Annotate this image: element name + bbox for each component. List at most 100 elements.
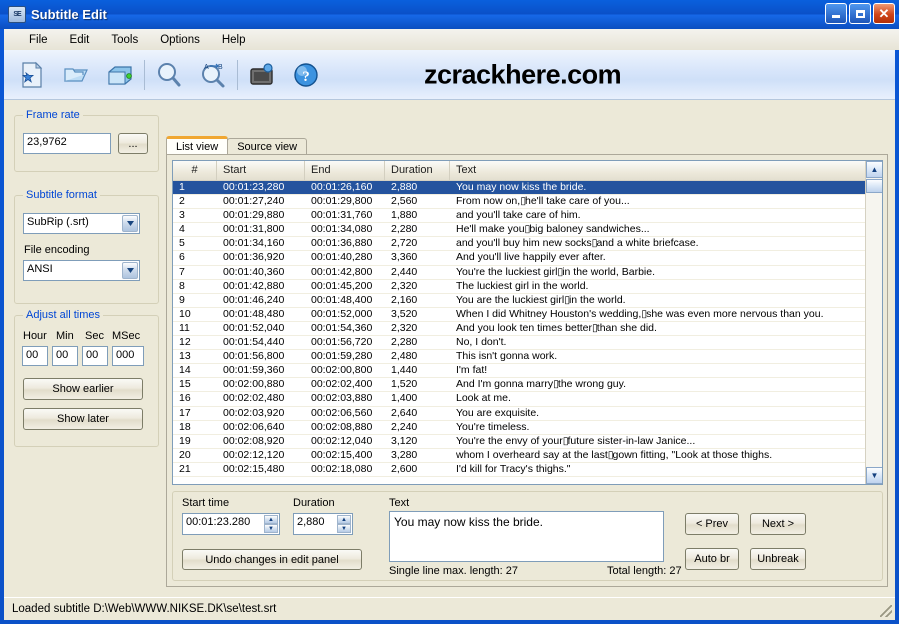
prev-button[interactable]: < Prev [685,513,739,535]
sec-input[interactable]: 00 [82,346,108,366]
cell-duration: 2,600 [391,462,418,475]
svg-text:?: ? [302,69,310,85]
table-row[interactable]: 3 00:01:29,880 00:01:31,760 1,880 and you'll… [173,209,882,224]
close-button[interactable]: ✕ [873,3,895,24]
replace-button[interactable]: A B [191,53,235,97]
menu-item-tools[interactable]: Tools [100,32,149,48]
table-row[interactable]: 14 00:01:59,360 00:02:00,800 1,440 I'm fat! [173,364,882,379]
chevron-down-icon[interactable] [122,262,138,279]
listview-scrollbar[interactable]: ▲ ▼ [865,161,882,484]
table-row[interactable]: 17 00:02:03,920 00:02:06,560 2,640 You are e… [173,407,882,421]
duration-input[interactable]: 2,880 ▲ ▼ [293,513,353,535]
toolbar: A B ? zcrackhere.com [4,50,895,100]
column-header-end[interactable]: End [305,161,385,180]
auto-br-button[interactable]: Auto br [685,548,739,570]
tab-source-view[interactable]: Source view [227,138,308,155]
scrollbar-thumb[interactable] [866,179,882,193]
open-file-button[interactable] [54,53,98,97]
min-input[interactable]: 00 [52,346,78,366]
duration-spinner[interactable]: ▲ ▼ [337,515,351,533]
cell-duration: 1,400 [391,392,418,405]
cell-duration: 2,240 [391,420,418,433]
menu-item-options[interactable]: Options [149,32,211,48]
menu-item-edit[interactable]: Edit [59,32,101,48]
table-row[interactable]: 21 00:02:15,480 00:02:18,080 2,600 I'd kill … [173,463,882,477]
line-break-marker-icon: ▯ [557,265,563,278]
subtitle-format-group: Subtitle format SubRip (.srt) File encod… [14,189,159,304]
table-row[interactable]: 11 00:01:52,040 00:01:54,360 2,320 And you l… [173,322,882,337]
column-header-start[interactable]: Start [217,161,305,180]
help-button[interactable]: ? [284,53,328,97]
menu-item-file[interactable]: File [18,32,59,48]
cell-text: You are the luckiest girl▯in the world. [456,293,626,306]
next-button[interactable]: Next > [750,513,806,535]
frame-rate-browse-button[interactable]: ... [118,133,148,154]
column-header-text[interactable]: Text [450,161,882,180]
column-header-number[interactable]: # [173,161,217,180]
cell-number: 16 [179,392,191,405]
menu-bar: File Edit Tools Options Help [4,29,899,50]
show-earlier-button[interactable]: Show earlier [23,378,143,400]
chevron-down-icon[interactable] [122,215,138,232]
cell-end: 00:01:31,760 [311,209,373,222]
new-file-button[interactable] [10,53,54,97]
file-encoding-select[interactable]: ANSI [23,260,140,281]
save-disk-icon [108,66,132,85]
start-time-spinner[interactable]: ▲ ▼ [264,515,278,533]
table-row[interactable]: 13 00:01:56,800 00:01:59,280 2,480 This isn'… [173,350,882,365]
table-row[interactable]: 10 00:01:48,480 00:01:52,000 3,520 When I di… [173,308,882,322]
scroll-down-button[interactable]: ▼ [866,467,882,484]
save-file-button[interactable] [98,53,142,97]
table-row[interactable]: 5 00:01:34,160 00:01:36,880 2,720 and you'll… [173,237,882,252]
window-title: Subtitle Edit [31,7,107,22]
table-row[interactable]: 19 00:02:08,920 00:02:12,040 3,120 You're th… [173,435,882,449]
subtitle-text-editor[interactable]: You may now kiss the bride. [389,511,664,562]
table-row[interactable]: 12 00:01:54,440 00:01:56,720 2,280 No, I don… [173,336,882,351]
cell-start: 00:02:02,480 [223,392,285,405]
list-header-row: # Start End Duration Text [173,161,882,181]
table-row[interactable]: 18 00:02:06,640 00:02:08,880 2,240 You're ti… [173,421,882,435]
unbreak-button[interactable]: Unbreak [750,548,806,570]
table-row[interactable]: 7 00:01:40,360 00:01:42,800 2,440 You're the… [173,266,882,280]
subtitle-list-view[interactable]: # Start End Duration Text 1 00:01:23,280 0… [172,160,883,485]
cell-number: 20 [179,448,191,461]
table-row[interactable]: 2 00:01:27,240 00:01:29,800 2,560 From now o… [173,195,882,210]
maximize-button[interactable] [849,3,871,24]
status-message: Loaded subtitle D:\Web\WWW.NIKSE.DK\se\t… [12,603,277,615]
video-preview-button[interactable] [240,53,284,97]
cell-end: 00:01:40,280 [311,251,373,264]
msec-input[interactable]: 000 [112,346,144,366]
table-row[interactable]: 4 00:01:31,800 00:01:34,080 2,280 He'll make… [173,223,882,238]
duration-value: 2,880 [297,516,325,528]
start-time-input[interactable]: 00:01:23.280 ▲ ▼ [182,513,280,535]
hour-input[interactable]: 00 [22,346,48,366]
table-row[interactable]: 1 00:01:23,280 00:01:26,160 2,880 You may no… [173,181,882,196]
table-row[interactable]: 20 00:02:12,120 00:02:15,400 3,280 whom I ov… [173,449,882,463]
table-row[interactable]: 6 00:01:36,920 00:01:40,280 3,360 And you'll… [173,251,882,266]
frame-rate-input[interactable]: 23,9762 [23,133,111,154]
text-label: Text [389,497,410,509]
resize-grip-icon[interactable] [880,605,892,617]
cell-number: 13 [179,350,191,363]
cell-start: 00:02:00,880 [223,378,285,391]
minimize-button[interactable] [825,3,847,24]
cell-end: 00:01:52,000 [311,307,373,320]
table-row[interactable]: 15 00:02:00,880 00:02:02,400 1,520 And I'm g… [173,378,882,393]
cell-text: You are exquisite. [456,406,540,419]
table-row[interactable]: 16 00:02:02,480 00:02:03,880 1,400 Look at m… [173,392,882,407]
table-row[interactable]: 9 00:01:46,240 00:01:48,400 2,160 You are th… [173,294,882,308]
cell-number: 15 [179,378,191,391]
find-button[interactable] [147,53,191,97]
scroll-up-button[interactable]: ▲ [866,161,882,178]
tab-list-view[interactable]: List view [166,136,229,155]
tab-body: # Start End Duration Text 1 00:01:23,280 0… [166,154,888,587]
column-header-duration[interactable]: Duration [385,161,450,180]
cell-start: 00:01:54,440 [223,336,285,349]
subtitle-format-select[interactable]: SubRip (.srt) [23,213,140,234]
show-later-button[interactable]: Show later [23,408,143,430]
table-row[interactable]: 8 00:01:42,880 00:01:45,200 2,320 The luckie… [173,280,882,294]
menu-item-help[interactable]: Help [211,32,257,48]
undo-changes-button[interactable]: Undo changes in edit panel [182,549,362,570]
sidebar: Frame rate 23,9762 ... Subtitle format S… [14,107,160,527]
client-area: File Edit Tools Options Help A B ? zcrac… [4,29,899,620]
